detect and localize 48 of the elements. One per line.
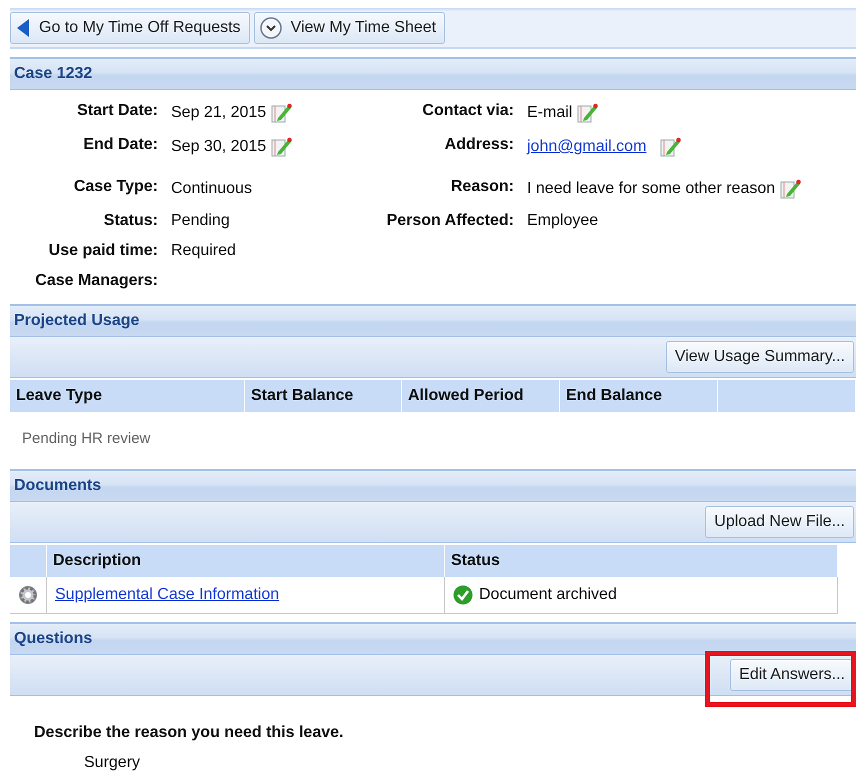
field-label: Contact via: xyxy=(421,101,514,121)
gear-icon xyxy=(17,584,39,606)
edit-note-icon[interactable] xyxy=(270,102,292,124)
field-value: I need leave for some other reason xyxy=(527,180,776,198)
column-header: End Balance xyxy=(560,380,718,412)
section-title: Projected Usage xyxy=(14,312,140,330)
field-label: Status: xyxy=(102,211,158,231)
column-header: Allowed Period xyxy=(402,380,560,412)
column-header: Description xyxy=(47,545,445,577)
toolbar-button[interactable]: View My Time Sheet xyxy=(254,12,446,44)
document-link[interactable]: Supplemental Case Information xyxy=(55,586,280,604)
field-label: Use paid time: xyxy=(48,241,158,261)
section-title: Questions xyxy=(14,630,92,648)
field-value: Employee xyxy=(527,212,598,230)
field-label: Reason: xyxy=(450,177,514,197)
toolbar-button[interactable]: Go to My Time Off Requests xyxy=(10,12,250,44)
section-title: Documents xyxy=(14,477,102,495)
field-label: End Date: xyxy=(82,135,158,155)
column-header: Status xyxy=(445,545,838,577)
field-value: Required xyxy=(171,242,236,260)
action-button[interactable]: Upload New File... xyxy=(705,506,854,538)
field-label: Start Date: xyxy=(76,101,158,121)
edit-note-icon[interactable] xyxy=(576,102,598,124)
field-label: Person Affected: xyxy=(386,211,514,231)
email-link[interactable]: john@gmail.com xyxy=(527,138,646,156)
field-value: Sep 21, 2015 xyxy=(171,104,266,122)
column-header: Start Balance xyxy=(245,380,402,412)
field-value: Sep 30, 2015 xyxy=(171,138,266,156)
clock-icon xyxy=(258,16,283,40)
back-arrow-icon xyxy=(15,17,31,39)
field-value: Pending xyxy=(171,212,230,230)
section-title: Case 1232 xyxy=(14,65,92,83)
field-label: Address: xyxy=(444,135,514,155)
edit-note-icon[interactable] xyxy=(658,136,681,158)
answer-text: Surgery xyxy=(83,753,142,772)
field-label: Case Managers: xyxy=(34,271,158,291)
field-value: E-mail xyxy=(527,104,572,122)
edit-note-icon[interactable] xyxy=(270,136,292,158)
question-text: Describe the reason you need this leave. xyxy=(34,724,344,742)
edit-note-icon[interactable] xyxy=(779,178,802,200)
column-header: Leave Type xyxy=(10,380,245,412)
field-value: Continuous xyxy=(171,180,252,198)
empty-message: Pending HR review xyxy=(21,429,152,449)
action-button[interactable]: View Usage Summary... xyxy=(666,341,854,373)
action-button[interactable]: Edit Answers... xyxy=(730,659,854,691)
status-text: Document archived xyxy=(479,586,617,604)
field-label: Case Type: xyxy=(72,177,158,197)
check-icon xyxy=(453,585,473,605)
